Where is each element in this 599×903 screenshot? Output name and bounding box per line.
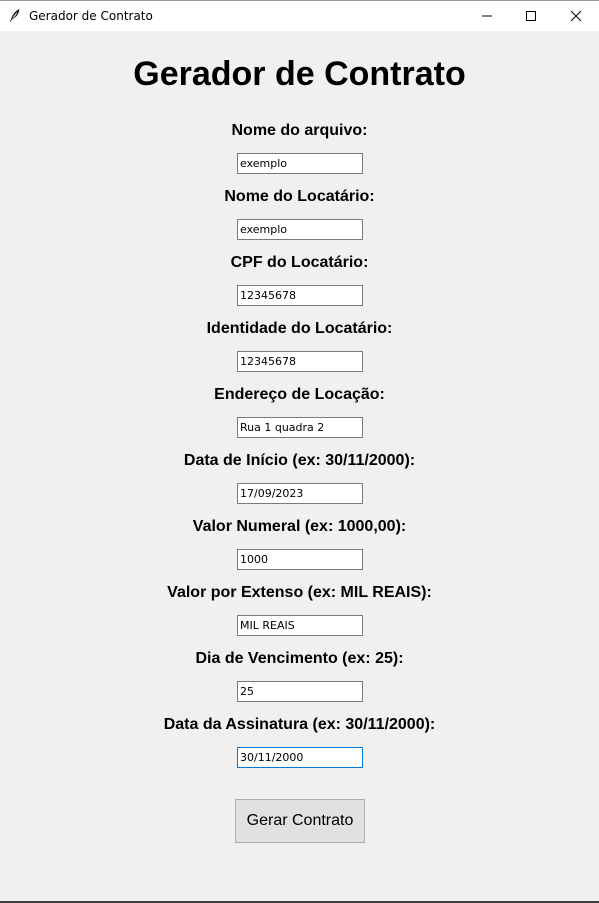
label-valor-extenso: Valor por Extenso (ex: MIL REAIS): — [167, 584, 432, 601]
cpf-locatario-input[interactable] — [237, 285, 363, 306]
identidade-locatario-input[interactable] — [237, 351, 363, 372]
data-inicio-input[interactable] — [237, 483, 363, 504]
gerar-contrato-button[interactable]: Gerar Contrato — [235, 799, 365, 843]
nome-locatario-input[interactable] — [237, 219, 363, 240]
label-dia-vencimento: Dia de Vencimento (ex: 25): — [195, 650, 404, 667]
label-nome-arquivo: Nome do arquivo: — [231, 122, 368, 139]
feather-icon — [9, 9, 20, 22]
close-icon — [570, 10, 582, 22]
label-nome-locatario: Nome do Locatário: — [224, 188, 375, 205]
data-assinatura-input[interactable] — [237, 747, 363, 768]
dia-vencimento-input[interactable] — [237, 681, 363, 702]
minimize-icon — [482, 15, 492, 17]
label-endereco-locacao: Endereço de Locação: — [214, 386, 385, 403]
valor-extenso-input[interactable] — [237, 615, 363, 636]
label-cpf-locatario: CPF do Locatário: — [230, 254, 369, 271]
nome-arquivo-input[interactable] — [237, 153, 363, 174]
close-button[interactable] — [553, 1, 599, 31]
window-title: Gerador de Contrato — [29, 9, 153, 23]
maximize-button[interactable] — [508, 1, 554, 31]
label-identidade-locatario: Identidade do Locatário: — [206, 320, 393, 337]
label-data-inicio: Data de Início (ex: 30/11/2000): — [183, 452, 416, 469]
label-data-assinatura: Data da Assinatura (ex: 30/11/2000): — [163, 716, 436, 733]
label-valor-numeral: Valor Numeral (ex: 1000,00): — [192, 518, 407, 535]
maximize-icon — [526, 11, 536, 21]
valor-numeral-input[interactable] — [237, 549, 363, 570]
page-title: Gerador de Contrato — [133, 55, 466, 93]
app-window: Gerador de Contrato Gerador de Contrato … — [0, 0, 599, 903]
minimize-button[interactable] — [464, 1, 510, 31]
title-bar[interactable]: Gerador de Contrato — [0, 0, 599, 31]
endereco-locacao-input[interactable] — [237, 417, 363, 438]
